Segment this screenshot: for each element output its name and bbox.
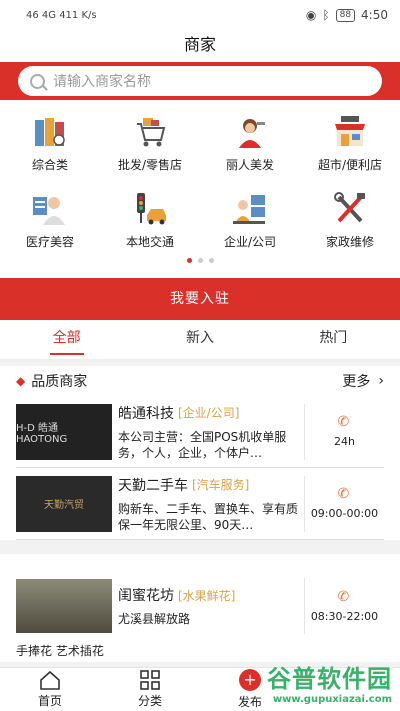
traffic-icon <box>137 193 166 225</box>
search-bar: 请输入商家名称 <box>0 62 400 100</box>
merchant-thumbnail: H-D 皓通 HAOTONG <box>16 403 112 460</box>
status-bar: 46 4G 411 K/s ◉ ᛒ 88 4:50 <box>0 0 400 30</box>
call-button[interactable]: ✆ 24h <box>304 403 384 460</box>
merchant-tag: [汽车服务] <box>192 478 250 492</box>
category-label: 批发/零售店 <box>117 158 183 172</box>
category-label: 综合类 <box>31 158 68 172</box>
call-button[interactable]: ✆ 09:00-00:00 <box>304 475 384 532</box>
call-button[interactable]: ✆ 08:30-22:00 <box>304 578 384 634</box>
join-section: 我要入驻 <box>0 268 400 320</box>
shop-icon <box>335 116 365 146</box>
home-icon <box>40 670 60 690</box>
merchant-row[interactable]: H-D 皓通 HAOTONG 皓通科技 [企业/公司] 本公司主营：全国POS机收… <box>16 396 384 468</box>
shop-photo <box>16 579 112 633</box>
shop-card[interactable]: 闺蜜花坊 [水果鲜花] 尤溪县解放路 ✆ 08:30-22:00 <box>0 554 400 640</box>
category-grid: 综合类 批发/零售店 丽人美发 超市/便利店 医疗美容 本地交通 企业/公司 家… <box>0 100 400 268</box>
category-wholesale[interactable]: 批发/零售店 <box>100 114 200 173</box>
search-placeholder: 请输入商家名称 <box>53 74 151 90</box>
merchant-desc: 购新车、二手车、置换车、享有质保一年无限公里、90天… <box>118 501 299 532</box>
category-supermarket[interactable]: 超市/便利店 <box>300 114 400 173</box>
shop-name: 闺蜜花坊 <box>118 588 174 604</box>
category-label: 企业/公司 <box>223 235 277 249</box>
tab-new[interactable]: 新入 <box>133 320 266 359</box>
tab-bar: 全部 新入 热门 <box>0 320 400 360</box>
category-comprehensive[interactable]: 综合类 <box>0 114 100 173</box>
section-title: 品质商家 <box>31 374 88 390</box>
category-label: 本地交通 <box>125 235 174 249</box>
tab-all[interactable]: 全部 <box>0 320 133 359</box>
merchant-name: 天勤二手车 <box>118 477 188 494</box>
category-company[interactable]: 企业/公司 <box>200 191 300 250</box>
nav-category[interactable]: 分类 <box>100 668 200 711</box>
nav-label: 发布 <box>237 695 262 709</box>
grid-icon <box>140 670 160 690</box>
shop-address: 尤溪县解放路 <box>118 612 191 626</box>
merchant-tag: [企业/公司] <box>178 406 240 420</box>
tab-hot[interactable]: 热门 <box>267 320 400 359</box>
tools-icon <box>334 192 365 223</box>
clock: 4:50 <box>361 8 388 22</box>
merchant-hours: 09:00-00:00 <box>310 507 379 520</box>
shop-hours: 08:30-22:00 <box>310 609 379 623</box>
merchant-row[interactable]: 天勤汽贸 天勤二手车 [汽车服务] 购新车、二手车、置换车、享有质保一年无限公里、… <box>16 468 384 540</box>
merchant-thumbnail: 天勤汽贸 <box>16 475 112 532</box>
cart-icon <box>137 118 166 147</box>
diamond-icon: ◆ <box>16 374 26 388</box>
phone-icon: ✆ <box>337 486 350 502</box>
category-label: 家政维修 <box>325 235 374 249</box>
phone-icon: ✆ <box>337 588 350 605</box>
category-beauty[interactable]: 丽人美发 <box>200 114 300 173</box>
eye-icon: ◉ <box>305 8 317 22</box>
watermark: 谷普软件园 www.gupuxiazai.com <box>267 665 392 705</box>
more-link[interactable]: 更多 › <box>342 371 384 391</box>
signal-text: 46 4G 411 K/s <box>26 9 97 21</box>
plus-icon: + <box>239 669 261 691</box>
search-icon <box>30 73 45 89</box>
quality-merchants: ◆ 品质商家 更多 › H-D 皓通 HAOTONG 皓通科技 [企业/公司] 本… <box>0 366 400 540</box>
category-medical[interactable]: 医疗美容 <box>0 191 100 250</box>
category-transport[interactable]: 本地交通 <box>100 191 200 250</box>
page-indicator <box>0 258 400 263</box>
merchant-hours: 24h <box>334 435 355 448</box>
category-label: 丽人美发 <box>225 158 274 172</box>
hairdresser-icon <box>239 119 265 148</box>
merchant-desc: 本公司主营：全国POS机收单服务，个人，企业，个体户… <box>118 429 287 460</box>
nav-label: 首页 <box>37 694 62 708</box>
doctor-icon <box>33 197 65 225</box>
more-label: 更多 <box>342 374 371 390</box>
join-button[interactable]: 我要入驻 <box>0 278 400 320</box>
category-label: 医疗美容 <box>25 235 74 249</box>
bluetooth-icon: ᛒ <box>322 8 330 22</box>
folders-icon <box>35 118 65 146</box>
battery-icon: 88 <box>335 8 356 22</box>
category-label: 超市/便利店 <box>317 158 383 172</box>
nav-home[interactable]: 首页 <box>0 668 100 711</box>
category-housekeeping[interactable]: 家政维修 <box>300 191 400 250</box>
page-title: 商家 <box>0 30 400 62</box>
phone-icon: ✆ <box>337 414 350 430</box>
nav-label: 分类 <box>137 694 162 708</box>
office-icon <box>233 195 265 224</box>
shop-tag: [水果鲜花] <box>178 588 236 603</box>
search-input[interactable]: 请输入商家名称 <box>18 66 382 96</box>
merchant-name: 皓通科技 <box>118 405 174 422</box>
chevron-right-icon: › <box>378 373 384 389</box>
